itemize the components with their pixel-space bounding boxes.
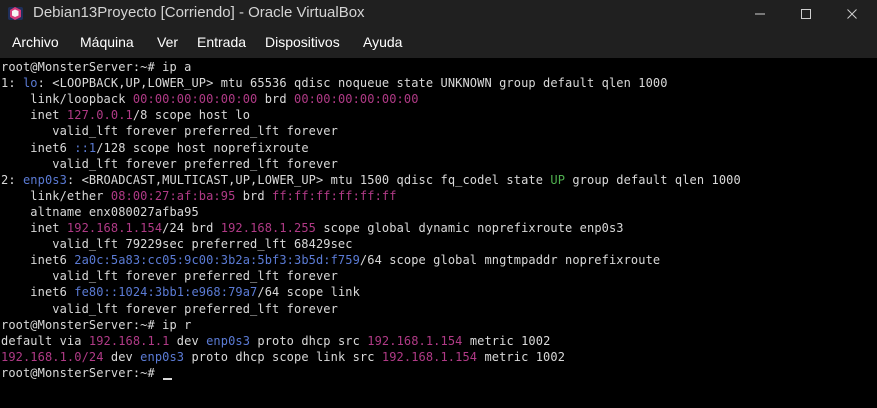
terminal-text: inet6: [1, 253, 75, 268]
terminal-line: 1: lo: <LOOPBACK,UP,LOWER_UP> mtu 65536 …: [1, 75, 668, 91]
terminal-text: brd: [235, 188, 273, 203]
terminal-text: 192.168.1.0/24: [1, 349, 104, 364]
terminal-text: ff:ff:ff:ff:ff:ff: [272, 188, 397, 203]
maximize-icon[interactable]: [783, 0, 829, 27]
menu-ayuda[interactable]: Ayuda: [363, 34, 402, 50]
terminal-line: inet6 ::1/128 scope host noprefixroute: [1, 140, 309, 156]
terminal-text: UP: [550, 172, 566, 187]
terminal-text: dev: [169, 333, 207, 348]
terminal-text: brd: [257, 92, 294, 107]
terminal-text: /64 scope link: [257, 285, 360, 300]
terminal-line: valid_lft forever preferred_lft forever: [1, 156, 338, 172]
terminal-text: 00:00:00:00:00:00: [294, 92, 419, 107]
terminal-text: enp0s3: [22, 172, 67, 187]
terminal-text: default via: [1, 333, 89, 348]
terminal-text: scope global dynamic noprefixroute enp0s…: [316, 221, 624, 235]
text-cursor: [163, 377, 173, 380]
terminal-text: valid_lft 79229sec preferred_lft 68429se…: [1, 237, 353, 252]
terminal-text: 08:00:27:af:ba:95: [110, 188, 236, 203]
terminal-text: ::1: [74, 140, 97, 155]
terminal-text: valid_lft forever preferred_lft forever: [1, 156, 338, 171]
terminal-text: dev: [103, 349, 141, 364]
terminal-line: link/ether 08:00:27:af:ba:95 brd ff:ff:f…: [1, 188, 397, 204]
terminal-text: valid_lft forever preferred_lft forever: [1, 124, 338, 139]
minimize-icon[interactable]: [737, 0, 783, 27]
terminal-text: root@MonsterServer:~#: [1, 365, 163, 380]
terminal-line: root@MonsterServer:~#: [1, 365, 173, 381]
terminal-line: inet6 2a0c:5a83:cc05:9c00:3b2a:5bf3:3b5d…: [1, 252, 660, 268]
terminal-text: inet6: [1, 285, 75, 300]
terminal-text: altname enx080027afba95: [1, 204, 199, 219]
terminal-text: 192.168.1.154: [367, 333, 463, 348]
window-titlebar[interactable]: Debian13Proyecto [Corriendo] - Oracle Vi…: [0, 0, 877, 27]
terminal-line: 2: enp0s3: <BROADCAST,MULTICAST,UP,LOWER…: [1, 172, 741, 188]
terminal-line: root@MonsterServer:~# ip r: [1, 317, 191, 333]
terminal-text: inet: [1, 108, 67, 123]
terminal-text: 00:00:00:00:00:00: [132, 92, 258, 107]
terminal-text: /8 scope host lo: [132, 108, 251, 123]
terminal-text: enp0s3: [140, 349, 185, 364]
terminal-text: : <LOOPBACK,UP,LOWER_UP> mtu 65536 qdisc…: [37, 76, 668, 91]
close-icon[interactable]: [829, 0, 875, 27]
terminal-text: metric 1002: [462, 333, 551, 348]
menu-bar: Archivo Máquina Ver Entrada Dispositivos…: [0, 27, 877, 58]
terminal-text: inet: [1, 221, 67, 235]
vm-console[interactable]: root@MonsterServer:~# ip a 1: lo: <LOOPBA…: [0, 58, 877, 408]
terminal-text: root@MonsterServer:~# ip a: [1, 60, 192, 74]
menu-entrada[interactable]: Entrada: [197, 34, 246, 50]
terminal-text: root@MonsterServer:~# ip r: [1, 317, 192, 332]
terminal-text: /64 scope global mngtmpaddr noprefixrout…: [359, 253, 661, 268]
terminal-line: default via 192.168.1.1 dev enp0s3 proto…: [1, 333, 550, 349]
terminal-text: group default qlen 1000: [565, 172, 741, 187]
menu-maquina[interactable]: Máquina: [80, 34, 134, 50]
terminal-text: /24 brd: [162, 221, 221, 235]
terminal-line: valid_lft forever preferred_lft forever: [1, 123, 338, 139]
terminal-line: valid_lft 79229sec preferred_lft 68429se…: [1, 236, 353, 252]
terminal-text: 192.168.1.255: [220, 221, 316, 235]
terminal-line: link/loopback 00:00:00:00:00:00 brd 00:0…: [1, 91, 419, 107]
window-title: Debian13Proyecto [Corriendo] - Oracle Vi…: [33, 4, 365, 21]
terminal-text: proto dhcp scope link src: [184, 349, 382, 364]
terminal-line: valid_lft forever preferred_lft forever: [1, 268, 338, 284]
terminal-text: metric 1002: [477, 349, 566, 364]
terminal-text: enp0s3: [206, 333, 251, 348]
terminal-text: 192.168.1.1: [88, 333, 170, 348]
virtualbox-icon: [6, 4, 25, 23]
menu-ver[interactable]: Ver: [157, 34, 178, 50]
terminal-line: inet 127.0.0.1/8 scope host lo: [1, 107, 250, 123]
terminal-line: 192.168.1.0/24 dev enp0s3 proto dhcp sco…: [1, 349, 565, 365]
terminal-line: inet6 fe80::1024:3bb1:e968:79a7/64 scope…: [1, 284, 360, 300]
terminal-text: link/ether: [1, 188, 111, 203]
terminal-text: 127.0.0.1: [66, 108, 133, 123]
terminal-text: valid_lft forever preferred_lft forever: [1, 269, 338, 284]
terminal-text: 2a0c:5a83:cc05:9c00:3b2a:5bf3:3b5d:f759: [74, 253, 360, 268]
menu-archivo[interactable]: Archivo: [12, 34, 59, 50]
terminal-text: valid_lft forever preferred_lft forever: [1, 301, 338, 316]
terminal-text: : <BROADCAST,MULTICAST,UP,LOWER_UP> mtu …: [66, 172, 551, 187]
terminal-line: altname enx080027afba95: [1, 204, 199, 220]
terminal-text: fe80::1024:3bb1:e968:79a7: [74, 285, 258, 300]
terminal-text: inet6: [1, 140, 75, 155]
terminal-text: 1:: [1, 76, 23, 91]
terminal-text: /128 scope host noprefixroute: [96, 140, 309, 155]
terminal-text: link/loopback: [1, 92, 133, 107]
terminal-text: 192.168.1.154: [381, 349, 478, 364]
terminal-line: inet 192.168.1.154/24 brd 192.168.1.255 …: [1, 220, 624, 236]
terminal-text: proto dhcp src: [250, 333, 368, 348]
terminal-line: valid_lft forever preferred_lft forever: [1, 301, 338, 317]
terminal-text: 2:: [1, 172, 23, 187]
terminal-line: root@MonsterServer:~# ip a: [1, 59, 191, 75]
terminal-text: lo: [22, 76, 38, 91]
menu-dispositivos[interactable]: Dispositivos: [265, 34, 340, 50]
terminal-text: 192.168.1.154: [66, 221, 163, 235]
